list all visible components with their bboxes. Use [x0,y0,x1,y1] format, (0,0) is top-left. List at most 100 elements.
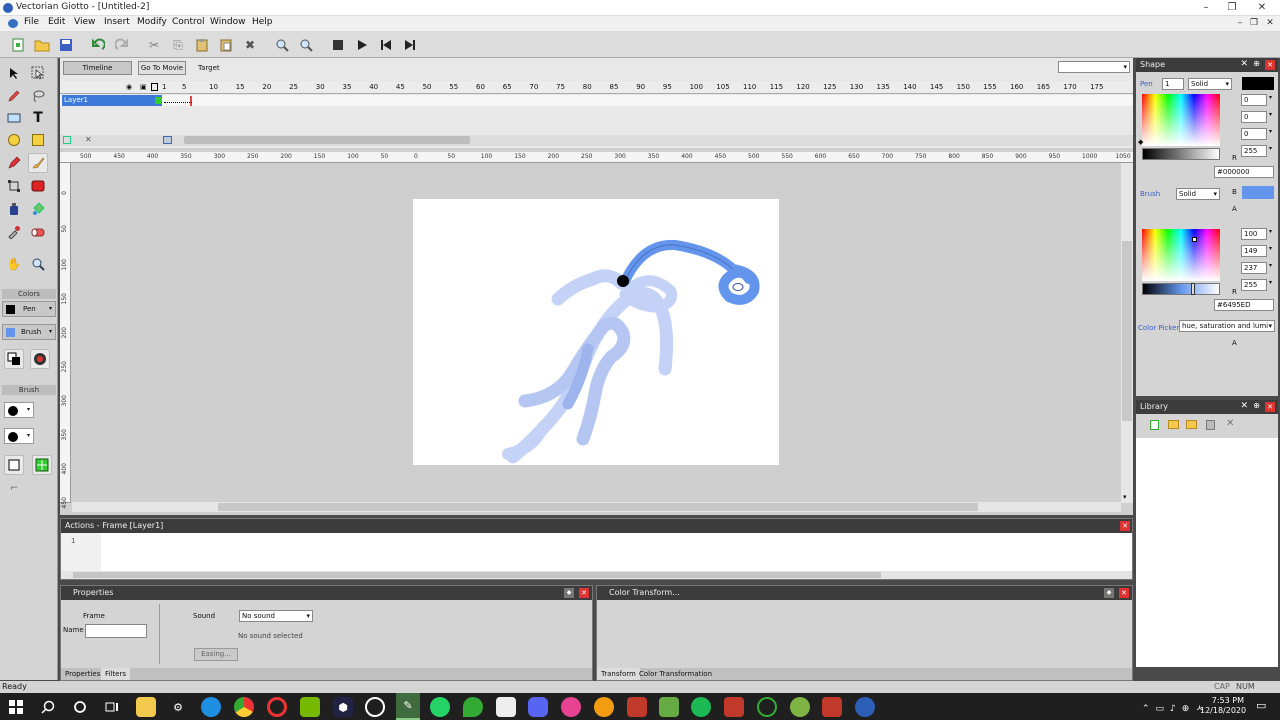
new-folder-icon[interactable] [1168,420,1179,429]
brush-shape-select[interactable]: ▾ [4,428,34,444]
spectrum-cursor[interactable] [1192,237,1197,242]
zoom-in-icon[interactable] [272,35,292,55]
folder-icon[interactable] [1186,420,1197,429]
opera-icon[interactable] [267,697,287,717]
play-icon[interactable] [352,35,372,55]
rgba-input-b[interactable]: 0 [1241,128,1267,140]
mdi-restore-button[interactable]: ❐ [1246,17,1262,29]
whatsapp-icon[interactable] [430,697,450,717]
maximize-button[interactable]: ❐ [1222,1,1242,14]
tab-color-transformation[interactable]: Color Transformation [639,670,712,678]
menu-view[interactable]: View [74,17,95,27]
obs-icon[interactable] [365,697,385,717]
rewind-icon[interactable] [376,35,396,55]
new-file-icon[interactable] [8,35,28,55]
stop-icon[interactable] [328,35,348,55]
rgba-input-g[interactable]: 0 [1241,111,1267,123]
pin-icon[interactable]: ◆ [1104,588,1114,598]
menu-file[interactable]: File [24,17,39,27]
rgba-input-a[interactable]: 255 [1241,279,1267,291]
brush-luminance-slider[interactable] [1142,283,1220,295]
menu-control[interactable]: Control [172,17,205,27]
windows-start-icon[interactable] [6,697,26,717]
rgba-input-r[interactable]: 0 [1241,94,1267,106]
go-to-end-icon[interactable] [400,35,420,55]
tab-go-to-movie[interactable]: Go To Movie [138,61,186,75]
text-box-tool-icon[interactable] [4,108,24,128]
search-icon[interactable] [38,697,58,717]
swap-colors-icon[interactable] [4,349,24,369]
giotto-icon[interactable] [855,697,875,717]
save-icon[interactable] [56,35,76,55]
tab-timeline[interactable]: Timeline [63,61,132,75]
stage-hscrollbar-thumb[interactable] [218,503,978,511]
undo-icon[interactable] [88,35,108,55]
app-icon-1[interactable]: ⬢ [333,697,353,717]
zoom-tool-icon[interactable] [28,254,48,274]
app-icon-2[interactable] [561,697,581,717]
pen-tool-icon[interactable] [4,153,24,173]
target-select[interactable]: ▾ [1058,61,1130,73]
close-icon[interactable]: ✕ [579,588,589,598]
eyedropper-tool-icon[interactable] [4,222,24,242]
minecraft-icon[interactable] [659,697,679,717]
close-icon[interactable]: ✕ [1240,59,1248,69]
object-drawing-icon[interactable] [4,455,24,475]
pen-style-select[interactable]: Solid ▾ [1188,78,1232,90]
brush-tool-icon[interactable] [28,153,48,173]
notification-icon[interactable]: ▭ [1256,699,1266,712]
easing-button[interactable]: Easing... [194,648,238,661]
properties-icon[interactable] [1206,420,1215,430]
close-icon[interactable]: ✕ [1120,521,1130,531]
delete-layer-icon[interactable]: ✕ [85,135,92,144]
delete-icon[interactable]: ✕ [1226,418,1234,429]
menu-modify[interactable]: Modify [137,17,167,27]
utorrent-icon[interactable] [757,697,777,717]
brush-hex-input[interactable]: #6495ED [1214,299,1274,311]
rgba-input-g[interactable]: 149 [1241,245,1267,257]
ink-bottle-tool-icon[interactable] [4,199,24,219]
eraser-tool-icon[interactable] [28,222,48,242]
delete-icon[interactable]: ✖ [240,35,260,55]
canvas[interactable] [413,199,779,465]
frame-name-input[interactable] [85,624,147,638]
layer-folder-icon[interactable] [163,136,172,144]
cortana-icon[interactable] [70,697,90,717]
timeline-hscrollbar[interactable] [184,136,470,144]
hand-tool-icon[interactable]: ✋ [4,254,24,274]
brush-color-spectrum[interactable] [1142,229,1220,281]
paste-icon[interactable] [192,35,212,55]
redo-icon[interactable] [112,35,132,55]
tab-properties[interactable]: Properties [65,670,100,678]
tab-transform[interactable]: Transform [597,668,640,680]
tab-filters[interactable]: Filters [101,668,130,680]
brush-color-swatch[interactable]: Brush ▾ [2,324,56,340]
brush-style-select[interactable]: Solid ▾ [1176,188,1220,200]
menu-edit[interactable]: Edit [48,17,65,27]
close-panel-icon[interactable]: ✕ [1265,60,1275,70]
sound-select[interactable]: No sound ▾ [239,610,313,622]
pen-luminance-slider[interactable] [1142,148,1220,160]
edge-icon[interactable] [201,697,221,717]
task-view-icon[interactable] [102,697,122,717]
pen-color-swatch[interactable]: Pen ▾ [2,301,56,317]
minimize-button[interactable]: – [1196,1,1216,14]
paste-special-icon[interactable] [216,35,236,55]
actions-hscrollbar-thumb[interactable] [73,572,881,578]
close-button[interactable]: ✕ [1252,1,1272,14]
settings-gear-icon[interactable]: ⚙ [168,697,188,717]
cut-icon[interactable]: ✂ [144,35,164,55]
paint-bucket-tool-icon[interactable] [28,199,48,219]
menu-window[interactable]: Window [210,17,246,27]
layer-row[interactable]: Layer1 [60,95,1133,106]
rgba-input-b[interactable]: 237 [1241,262,1267,274]
rgba-input-a[interactable]: 255 [1241,145,1267,157]
discord-icon[interactable] [528,697,548,717]
actions-hscrollbar[interactable] [61,571,1132,579]
slider-handle-icon[interactable]: ◆ [1138,138,1143,146]
zoom-out-icon[interactable] [296,35,316,55]
arrow-tool-icon[interactable] [4,63,24,83]
brush-size-select[interactable]: ▾ [4,402,34,418]
add-layer-icon[interactable] [63,136,71,144]
fill-transform-tool-icon[interactable] [28,176,48,196]
